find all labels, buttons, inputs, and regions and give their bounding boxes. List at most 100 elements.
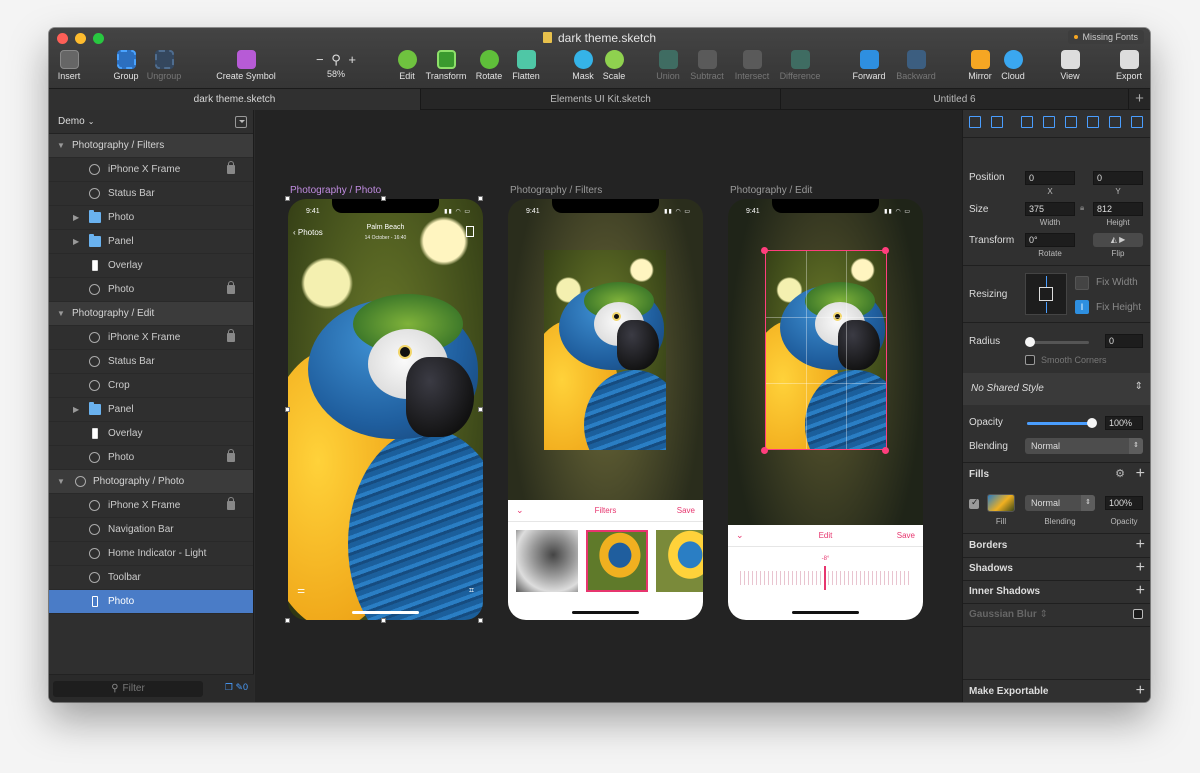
page-selector[interactable]: Demo ⌄ [49, 110, 253, 134]
copy-icon[interactable]: ❐ [225, 682, 233, 692]
layer-item[interactable]: ▶ Panel [49, 398, 253, 422]
disclosure-open-icon[interactable]: ▼ [57, 470, 65, 494]
disclosure-closed-icon[interactable]: ▶ [73, 398, 79, 422]
rotate-button[interactable]: Rotate [473, 50, 505, 86]
layer-item[interactable]: Navigation Bar [49, 518, 253, 542]
resize-handle[interactable] [478, 407, 483, 412]
lock-icon[interactable] [227, 449, 235, 462]
zoom-control[interactable]: − ⚲ + 58% [311, 50, 361, 86]
forward-button[interactable]: Forward [851, 50, 887, 86]
flatten-button[interactable]: Flatten [509, 50, 543, 86]
resize-handle[interactable] [381, 196, 386, 201]
resize-handle[interactable] [478, 618, 483, 623]
artboard-label[interactable]: Photography / Filters [510, 185, 602, 196]
fix-width-toggle[interactable] [1075, 276, 1089, 290]
layer-filter-input[interactable]: Filter [53, 681, 203, 697]
crop-handle[interactable] [761, 447, 768, 454]
opacity-slider-knob[interactable] [1087, 418, 1097, 428]
insert-button[interactable]: Insert [55, 50, 83, 86]
layer-item[interactable]: ▶ Panel [49, 230, 253, 254]
disclosure-open-icon[interactable]: ▼ [57, 134, 65, 158]
align-bottom-icon[interactable] [1131, 116, 1143, 128]
distribute-horizontal-icon[interactable] [969, 116, 981, 128]
artboard-label[interactable]: Photography / Edit [730, 185, 812, 196]
subtract-button[interactable]: Subtract [687, 50, 727, 86]
resize-handle[interactable] [478, 196, 483, 201]
crop-handle[interactable] [882, 447, 889, 454]
x-field[interactable]: 0 [1025, 171, 1075, 185]
ungroup-button[interactable]: Ungroup [146, 50, 182, 86]
tab-untitled-6[interactable]: Untitled 6 [781, 89, 1129, 110]
layer-group[interactable]: ▼ Photography / Photo [49, 470, 253, 494]
artboard-label[interactable]: Photography / Photo [290, 185, 381, 196]
crop-handle[interactable] [882, 247, 889, 254]
mask-button[interactable]: Mask [569, 50, 597, 86]
height-field[interactable]: 812 [1093, 202, 1143, 216]
resizing-constraints-widget[interactable] [1025, 273, 1067, 315]
shared-style-selector[interactable]: No Shared Style ⇕ [963, 373, 1150, 405]
brush-icon[interactable]: ✎ [235, 682, 243, 692]
lock-icon[interactable] [227, 329, 235, 342]
lock-ratio-icon[interactable]: 🔒︎ [1080, 203, 1084, 213]
disclosure-open-icon[interactable]: ▼ [57, 302, 65, 326]
rotate-field[interactable]: 0° [1025, 233, 1075, 247]
new-tab-button[interactable]: + [1129, 89, 1150, 110]
lock-icon[interactable] [227, 161, 235, 174]
scale-button[interactable]: Scale [600, 50, 628, 86]
disclosure-closed-icon[interactable]: ▶ [73, 206, 79, 230]
align-top-icon[interactable] [1087, 116, 1099, 128]
union-button[interactable]: Union [653, 50, 683, 86]
layer-item[interactable]: Crop [49, 374, 253, 398]
align-center-icon[interactable] [1043, 116, 1055, 128]
layer-group[interactable]: ▼ Photography / Filters [49, 134, 253, 158]
layer-item[interactable]: Photo [49, 446, 253, 470]
layer-group[interactable]: ▼ Photography / Edit [49, 302, 253, 326]
smooth-corners-checkbox[interactable] [1025, 355, 1035, 365]
add-fill-button[interactable]: + [1136, 465, 1145, 483]
layer-item[interactable]: ▶ Photo [49, 206, 253, 230]
cloud-button[interactable]: Cloud [999, 50, 1027, 86]
fix-height-toggle[interactable]: I [1075, 300, 1089, 314]
align-right-icon[interactable] [1065, 116, 1077, 128]
tab-dark-theme[interactable]: dark theme.sketch [49, 89, 421, 110]
transform-button[interactable]: Transform [423, 50, 469, 86]
distribute-vertical-icon[interactable] [991, 116, 1003, 128]
layer-item[interactable]: iPhone X Frame [49, 326, 253, 350]
zoom-in-button[interactable]: + [348, 52, 356, 67]
pages-toggle-icon[interactable] [235, 116, 247, 128]
radius-field[interactable]: 0 [1105, 334, 1143, 348]
edit-button[interactable]: Edit [395, 50, 419, 86]
layer-item[interactable]: Overlay [49, 422, 253, 446]
add-inner-shadow-button[interactable]: + [1136, 582, 1145, 600]
resize-handle[interactable] [285, 196, 290, 201]
fill-enabled-checkbox[interactable] [969, 497, 979, 509]
mirror-button[interactable]: Mirror [965, 50, 995, 86]
export-button[interactable]: Export [1113, 50, 1145, 86]
artboard-filters[interactable]: 9:41 ▮▮ ◠ ▭ ⌄ Filters Save [508, 199, 703, 620]
radius-slider-track[interactable] [1029, 341, 1089, 344]
blending-dropdown[interactable]: Normal ⇕ [1025, 438, 1143, 454]
resize-handle[interactable] [381, 618, 386, 623]
add-shadow-button[interactable]: + [1136, 559, 1145, 577]
tab-elements-ui-kit[interactable]: Elements UI Kit.sketch [421, 89, 781, 110]
create-symbol-button[interactable]: Create Symbol [213, 50, 279, 86]
lock-icon[interactable] [227, 281, 235, 294]
zoom-out-button[interactable]: − [316, 52, 324, 67]
fill-swatch[interactable] [987, 494, 1015, 512]
layer-item-selected[interactable]: Photo [49, 590, 253, 614]
fill-blending-dropdown[interactable]: Normal ⇕ [1025, 495, 1095, 511]
layer-item[interactable]: Home Indicator - Light [49, 542, 253, 566]
layer-item[interactable]: Overlay [49, 254, 253, 278]
resize-handle[interactable] [285, 618, 290, 623]
opacity-field[interactable]: 100% [1105, 416, 1143, 430]
fill-opacity-field[interactable]: 100% [1105, 496, 1143, 510]
width-field[interactable]: 375 [1025, 202, 1075, 216]
difference-button[interactable]: Difference [776, 50, 824, 86]
layer-item[interactable]: Photo [49, 278, 253, 302]
blur-enabled-checkbox[interactable] [1133, 609, 1143, 619]
resize-handle[interactable] [285, 407, 290, 412]
filter-options[interactable]: ❐ ✎0 [225, 682, 248, 693]
align-left-icon[interactable] [1021, 116, 1033, 128]
crop-handle[interactable] [761, 247, 768, 254]
layer-item[interactable]: Toolbar [49, 566, 253, 590]
